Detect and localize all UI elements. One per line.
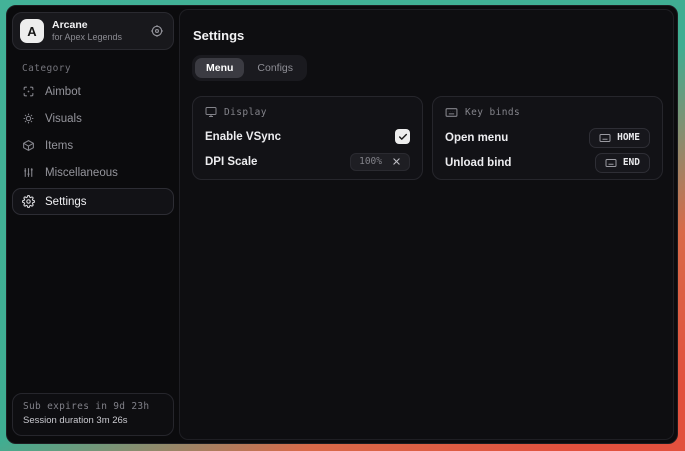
category-label: Category [22,63,179,74]
sidebar-item-label: Items [45,140,73,152]
brand-subtitle: for Apex Legends [52,32,122,43]
unload-bind-label: Unload bind [445,157,511,169]
sidebar-item-settings[interactable]: Settings [12,188,174,215]
keyboard-icon [445,106,458,119]
sidebar-item-label: Miscellaneous [45,167,118,179]
target-icon[interactable] [150,24,164,38]
page-title: Settings [193,28,663,43]
display-card-header: Display [205,106,410,118]
sliders-icon [22,166,35,179]
brand-name: Arcane [52,19,122,32]
sidebar-nav: Aimbot Visuals [7,78,179,217]
brand-text: Arcane for Apex Legends [52,19,122,43]
dpi-scale-value: 100% [359,156,382,167]
keyboard-icon [605,157,617,169]
sidebar-item-label: Visuals [45,113,82,125]
unload-bind-row: Unload bind END [445,150,650,175]
sidebar-item-miscellaneous[interactable]: Miscellaneous [7,159,179,186]
sidebar-item-items[interactable]: Items [7,132,179,159]
brand-logo: A [20,19,44,43]
clear-icon[interactable] [392,157,401,166]
keybinds-card: Key binds Open menu HOME Unload bind [432,96,663,180]
tab-bar: Menu Configs [192,55,307,81]
sidebar-item-aimbot[interactable]: Aimbot [7,78,179,105]
brand-card: A Arcane for Apex Legends [12,12,174,50]
open-menu-row: Open menu HOME [445,125,650,150]
vsync-label: Enable VSync [205,131,281,143]
session-duration-text: Session duration 3m 26s [23,414,163,428]
sidebar: A Arcane for Apex Legends Category [7,6,179,443]
sub-expires-text: Sub expires in 9d 23h [23,400,163,414]
dpi-scale-row: DPI Scale 100% [205,149,410,174]
open-menu-keybind-button[interactable]: HOME [589,128,650,148]
vsync-checkbox[interactable] [395,129,410,144]
main-panel: Settings Menu Configs Display Enable VSy… [179,9,674,440]
monitor-icon [205,106,217,118]
unload-bind-key: END [623,157,640,168]
keybinds-card-title: Key binds [465,107,520,118]
tab-menu[interactable]: Menu [195,58,244,78]
app-window: A Arcane for Apex Legends Category [6,5,678,444]
dpi-scale-label: DPI Scale [205,156,257,168]
keybinds-card-header: Key binds [445,106,650,119]
keyboard-icon [599,132,611,144]
settings-cards: Display Enable VSync DPI Scale 100% [192,96,663,180]
dpi-scale-input[interactable]: 100% [350,153,410,171]
open-menu-key: HOME [617,132,640,143]
display-card: Display Enable VSync DPI Scale 100% [192,96,423,180]
scan-eye-icon [22,112,35,125]
unload-bind-keybind-button[interactable]: END [595,153,650,173]
subscription-info: Sub expires in 9d 23h Session duration 3… [12,393,174,437]
sidebar-item-label: Settings [45,196,87,208]
sidebar-item-visuals[interactable]: Visuals [7,105,179,132]
gear-icon [22,195,35,208]
open-menu-label: Open menu [445,132,508,144]
tab-configs[interactable]: Configs [246,58,304,78]
cube-icon [22,139,35,152]
crosshair-icon [22,85,35,98]
sidebar-item-label: Aimbot [45,86,81,98]
vsync-row: Enable VSync [205,124,410,149]
display-card-title: Display [224,107,267,118]
